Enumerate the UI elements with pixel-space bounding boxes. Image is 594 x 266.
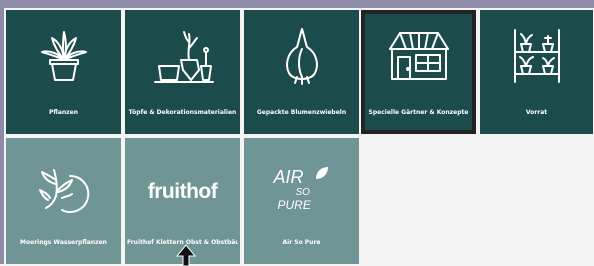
category-tile-pflanzen[interactable]: Pflanzen [6, 10, 121, 134]
bulb-icon [244, 10, 359, 102]
potted-plant-icon [6, 10, 121, 102]
category-tile-vorrat[interactable]: Vorrat [480, 10, 593, 134]
fruithof-logo: fruithof [125, 146, 240, 238]
category-tile-specielle-gaertner[interactable]: Specielle Gärtner & Konzepte [361, 10, 476, 134]
tile-label: Air So Pure [282, 239, 321, 246]
category-tile-toepfe[interactable]: Töpfe & Dekorationsmaterialien [125, 10, 240, 134]
leaf-icon [315, 167, 328, 179]
fruithof-logo-text: fruithof [147, 180, 218, 203]
tile-label: Moerings Wasserpflanzen [20, 239, 107, 246]
water-plant-icon [6, 144, 121, 236]
tile-label: Gepackte Blumenzwiebeln [256, 109, 347, 116]
tile-label: Pflanzen [49, 109, 78, 116]
category-tile-air-so-pure[interactable]: AIR SO PURE Air So Pure [244, 138, 359, 264]
logo-air: AIR [273, 167, 304, 187]
window-frame-top [0, 0, 594, 8]
pots-icon [125, 10, 240, 102]
tile-label: Töpfe & Dekorationsmaterialien [128, 109, 237, 116]
shelf-icon [480, 10, 593, 102]
logo-so: SO [295, 187, 310, 198]
tile-label: Vorrat [525, 109, 548, 116]
air-so-pure-logo: AIR SO PURE [244, 144, 359, 236]
mouse-cursor-icon [175, 244, 197, 266]
window-frame-left [0, 0, 4, 264]
category-tile-blumenzwiebeln[interactable]: Gepackte Blumenzwiebeln [244, 10, 359, 134]
greenhouse-icon [365, 10, 472, 102]
tile-label: Specielle Gärtner & Konzepte [368, 109, 469, 116]
category-tile-moerings[interactable]: Moerings Wasserpflanzen [6, 138, 121, 264]
logo-pure: PURE [277, 198, 311, 212]
